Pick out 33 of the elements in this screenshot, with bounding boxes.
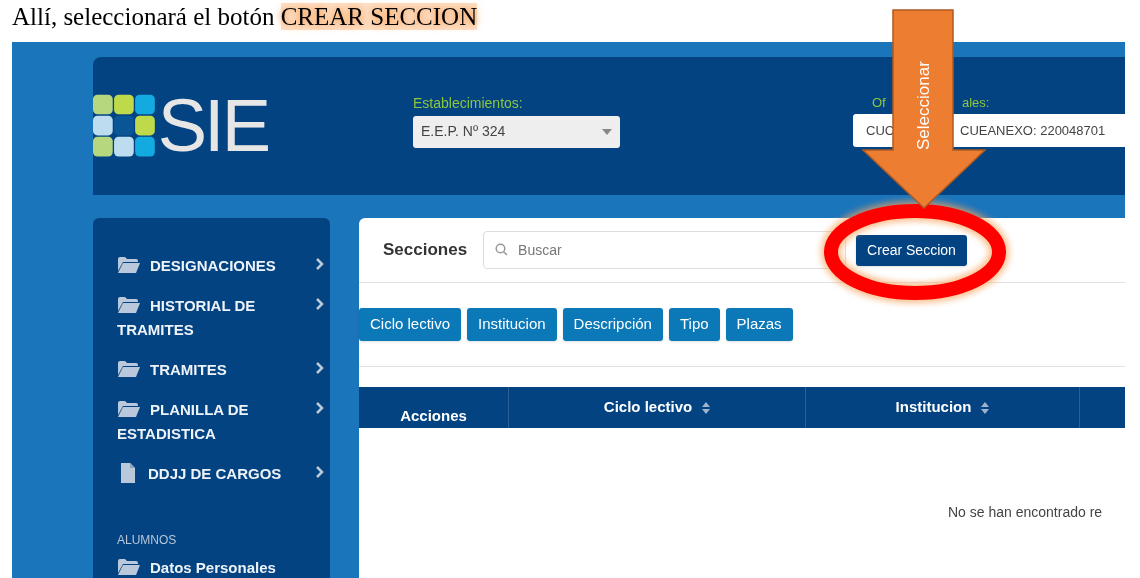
document-icon (121, 463, 135, 484)
field-label: Establecimientos: (413, 93, 524, 113)
section-title: Secciones (383, 239, 468, 262)
sidebar-item[interactable]: DESIGNACIONES (93, 246, 330, 286)
folder-icon (117, 361, 141, 378)
empty-table-message: No se han encontrado re (948, 504, 1103, 520)
column-toggle-button[interactable]: Plazas (725, 308, 793, 341)
folder-icon (117, 257, 141, 274)
column-toggle-button[interactable]: Descripción (562, 308, 663, 341)
sidebar-item[interactable]: DDJJ DE CARGOS (93, 454, 330, 494)
sidebar-heading: ALUMNOS (117, 532, 177, 548)
column-header: Acciones (400, 405, 467, 426)
establishment-select[interactable]: E.E.P. Nº 324 (413, 115, 620, 148)
field-label: ales: (962, 93, 990, 112)
folder-icon (117, 559, 141, 576)
column-toggle-button[interactable]: Institucion (467, 308, 557, 341)
column-toggle-button[interactable]: Tipo (668, 308, 720, 341)
sidebar-item[interactable]: TRAMITES (93, 350, 330, 390)
sidebar-item[interactable]: PLANILLA DE ESTADISTICA (93, 390, 330, 454)
logo-text: SIE (157, 89, 268, 163)
sidebar-item[interactable]: Datos Personales (93, 548, 330, 578)
create-section-button[interactable]: Crear Seccion (856, 234, 967, 266)
column-header[interactable]: Ciclo lectivo (603, 396, 693, 419)
dropdown-caret-icon (602, 128, 612, 135)
instruction-text: Allí, seleccionará el botón CREAR SECCION (12, 3, 478, 30)
sidebar-item[interactable]: HISTORIAL DE TRAMITES (93, 286, 330, 350)
folder-icon (117, 297, 141, 314)
folder-icon (117, 401, 141, 418)
column-toggle-button[interactable]: Ciclo lectivo (359, 308, 462, 341)
column-header[interactable]: Institucion (895, 396, 972, 419)
search-field[interactable]: Buscar (483, 231, 847, 269)
field-label: Of (872, 93, 887, 112)
search-icon (495, 243, 509, 256)
